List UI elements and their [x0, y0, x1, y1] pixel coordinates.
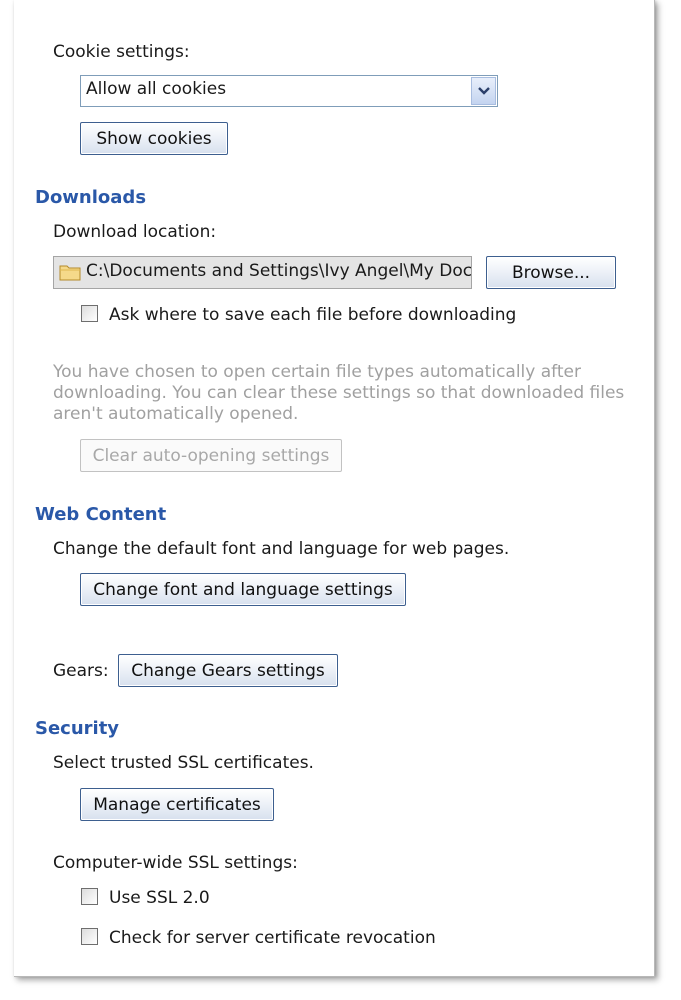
change-font-language-button[interactable]: Change font and language settings	[80, 573, 406, 606]
cert-revocation-label: Check for server certificate revocation	[109, 928, 436, 948]
cookie-settings-value: Allow all cookies	[86, 79, 227, 99]
manage-certificates-button[interactable]: Manage certificates	[80, 788, 274, 821]
ssl-settings-label: Computer-wide SSL settings:	[53, 853, 298, 873]
gears-label: Gears:	[53, 661, 109, 681]
cookie-settings-select[interactable]: Allow all cookies	[80, 75, 498, 107]
download-location-value: C:\Documents and Settings\Ivy Angel\My D…	[86, 261, 472, 281]
ask-where-save-label: Ask where to save each file before downl…	[109, 305, 517, 325]
web-content-description: Change the default font and language for…	[53, 539, 510, 559]
ssl-certificates-description: Select trusted SSL certificates.	[53, 753, 314, 773]
cert-revocation-checkbox[interactable]	[81, 928, 98, 945]
security-heading: Security	[35, 718, 120, 739]
clear-auto-opening-button[interactable]: Clear auto-opening settings	[80, 439, 342, 472]
use-ssl2-label: Use SSL 2.0	[109, 888, 210, 908]
auto-open-note-line-1: You have chosen to open certain file typ…	[53, 362, 581, 382]
change-gears-settings-button[interactable]: Change Gears settings	[118, 654, 338, 687]
download-location-label: Download location:	[53, 222, 217, 242]
chevron-down-icon[interactable]	[471, 77, 496, 105]
auto-open-note-line-3: aren't automatically opened.	[53, 404, 299, 424]
web-content-heading: Web Content	[35, 504, 167, 525]
auto-open-note-line-2: downloading. You can clear these setting…	[53, 383, 625, 403]
ask-where-save-checkbox[interactable]	[81, 305, 98, 322]
downloads-heading: Downloads	[35, 187, 147, 208]
folder-icon	[59, 263, 81, 286]
use-ssl2-checkbox[interactable]	[81, 888, 98, 905]
browse-button[interactable]: Browse...	[486, 256, 616, 289]
download-location-field[interactable]: C:\Documents and Settings\Ivy Angel\My D…	[53, 256, 472, 289]
settings-panel: Cookie settings: Allow all cookies Show …	[14, 0, 655, 977]
show-cookies-button[interactable]: Show cookies	[80, 122, 228, 155]
cookie-settings-label: Cookie settings:	[53, 42, 190, 62]
